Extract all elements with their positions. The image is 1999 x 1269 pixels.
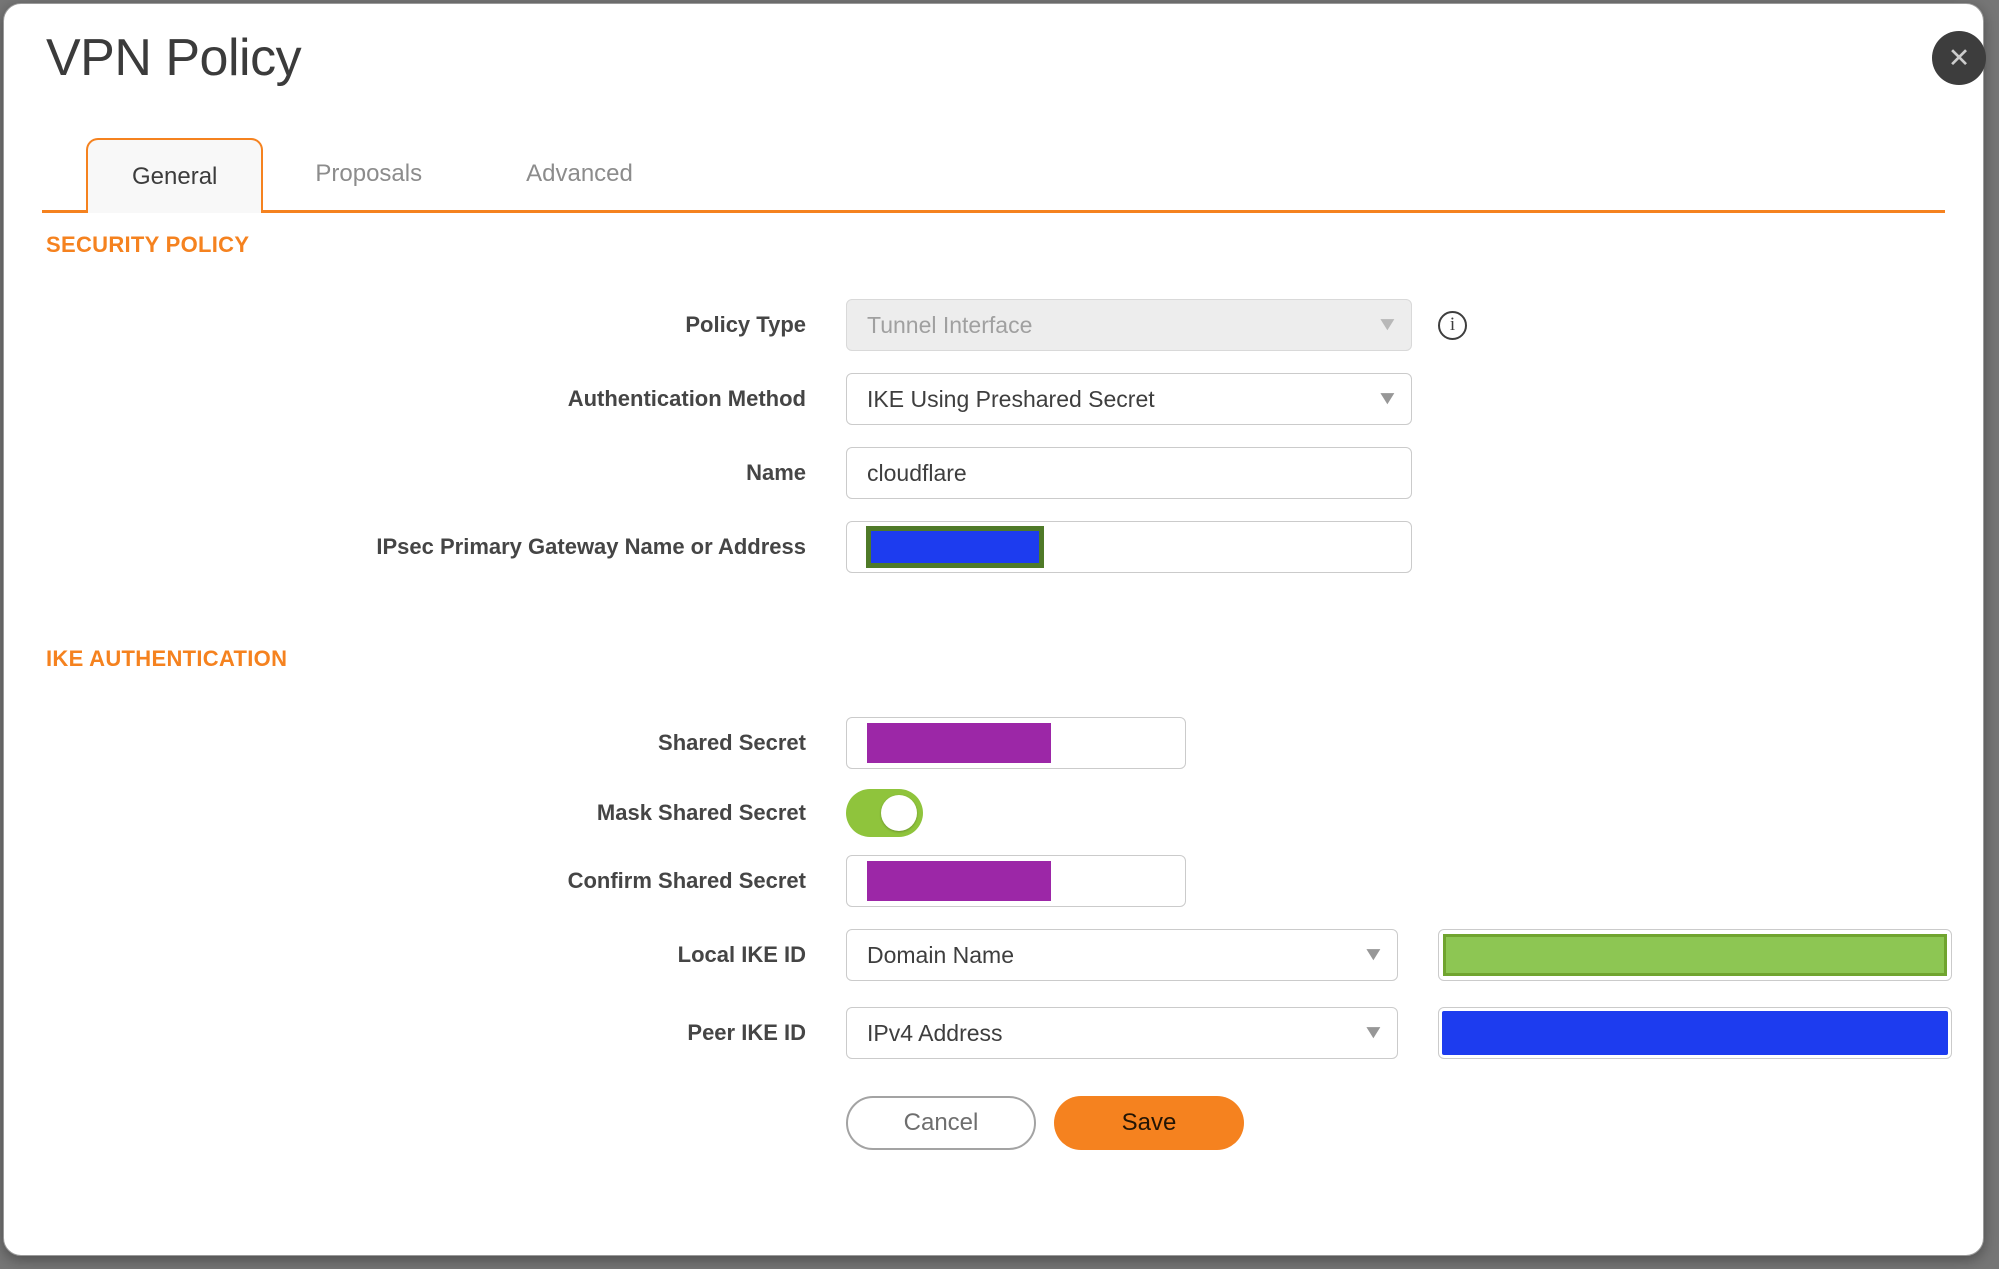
tab-proposals[interactable]: Proposals bbox=[263, 138, 474, 210]
close-button[interactable]: ✕ bbox=[1932, 31, 1986, 85]
tab-proposals-label: Proposals bbox=[315, 160, 423, 188]
shared-secret-row: Shared Secret bbox=[46, 717, 1945, 770]
close-icon: ✕ bbox=[1947, 42, 1971, 73]
chevron-down-icon: ▼ bbox=[1361, 944, 1386, 966]
chevron-down-icon: ▼ bbox=[1375, 314, 1400, 336]
dialog-actions: Cancel Save bbox=[846, 1096, 1945, 1151]
policy-type-label: Policy Type bbox=[685, 312, 806, 338]
ipsec-gateway-redacted-value bbox=[866, 526, 1044, 569]
page-title: VPN Policy bbox=[46, 29, 302, 87]
section-heading-ike-authentication: IKE AUTHENTICATION bbox=[46, 646, 288, 672]
local-ike-id-value-input[interactable] bbox=[1438, 929, 1952, 982]
name-row: Name bbox=[46, 447, 1945, 500]
policy-type-row: Policy Type Tunnel Interface ▼ i bbox=[46, 299, 1945, 352]
tab-advanced[interactable]: Advanced bbox=[474, 138, 685, 210]
name-input[interactable] bbox=[867, 459, 1391, 487]
peer-ike-id-value-input[interactable] bbox=[1438, 1007, 1952, 1060]
peer-ike-id-label: Peer IKE ID bbox=[687, 1020, 806, 1046]
shared-secret-redacted-value bbox=[867, 723, 1051, 764]
info-icon[interactable]: i bbox=[1438, 310, 1467, 340]
chevron-down-icon: ▼ bbox=[1375, 388, 1400, 410]
local-ike-id-type-select[interactable]: Domain Name ▼ bbox=[846, 929, 1398, 982]
authentication-method-select[interactable]: IKE Using Preshared Secret ▼ bbox=[846, 373, 1412, 426]
authentication-method-value: IKE Using Preshared Secret bbox=[867, 385, 1155, 412]
chevron-down-icon: ▼ bbox=[1361, 1022, 1386, 1044]
vpn-policy-dialog: VPN Policy General Proposals Advanced SE… bbox=[3, 3, 1984, 1256]
local-ike-id-row: Local IKE ID Domain Name ▼ bbox=[46, 929, 1952, 982]
policy-type-value: Tunnel Interface bbox=[867, 311, 1033, 338]
local-ike-id-redacted-value bbox=[1443, 934, 1947, 977]
peer-ike-id-row: Peer IKE ID IPv4 Address ▼ bbox=[46, 1007, 1952, 1060]
name-label: Name bbox=[746, 460, 806, 486]
shared-secret-label: Shared Secret bbox=[658, 730, 806, 756]
mask-shared-secret-row: Mask Shared Secret bbox=[46, 789, 1945, 838]
peer-ike-id-type-value: IPv4 Address bbox=[867, 1019, 1003, 1046]
cancel-button[interactable]: Cancel bbox=[846, 1096, 1036, 1151]
confirm-shared-secret-label: Confirm Shared Secret bbox=[567, 868, 806, 894]
policy-type-select[interactable]: Tunnel Interface ▼ bbox=[846, 299, 1412, 352]
authentication-method-row: Authentication Method IKE Using Preshare… bbox=[46, 373, 1945, 426]
info-icon-glyph: i bbox=[1449, 314, 1456, 336]
tab-bar: General Proposals Advanced bbox=[42, 138, 1945, 214]
tab-general[interactable]: General bbox=[86, 138, 264, 214]
peer-ike-id-type-select[interactable]: IPv4 Address ▼ bbox=[846, 1007, 1398, 1060]
confirm-shared-secret-redacted-value bbox=[867, 861, 1051, 902]
authentication-method-label: Authentication Method bbox=[567, 386, 806, 412]
mask-shared-secret-label: Mask Shared Secret bbox=[596, 800, 806, 826]
save-button[interactable]: Save bbox=[1054, 1096, 1244, 1151]
confirm-shared-secret-row: Confirm Shared Secret bbox=[46, 855, 1945, 908]
tab-advanced-label: Advanced bbox=[526, 160, 633, 188]
tab-general-label: General bbox=[132, 162, 218, 190]
mask-shared-secret-toggle[interactable] bbox=[846, 789, 923, 838]
page-background: { "dialog": { "title": "VPN Policy" }, "… bbox=[0, 0, 1999, 1269]
toggle-knob bbox=[881, 795, 917, 832]
ipsec-gateway-label: IPsec Primary Gateway Name or Address bbox=[376, 534, 806, 560]
ipsec-gateway-input[interactable] bbox=[846, 521, 1412, 574]
local-ike-id-label: Local IKE ID bbox=[677, 942, 806, 968]
ipsec-gateway-row: IPsec Primary Gateway Name or Address bbox=[46, 521, 1945, 574]
section-heading-security-policy: SECURITY POLICY bbox=[46, 232, 250, 258]
local-ike-id-type-value: Domain Name bbox=[867, 941, 1014, 968]
confirm-shared-secret-input[interactable] bbox=[846, 855, 1186, 908]
name-field-wrapper bbox=[846, 447, 1412, 500]
general-tab-content: SECURITY POLICY Policy Type Tunnel Inter… bbox=[4, 232, 1983, 1151]
peer-ike-id-redacted-value bbox=[1442, 1011, 1948, 1056]
shared-secret-input[interactable] bbox=[846, 717, 1186, 770]
